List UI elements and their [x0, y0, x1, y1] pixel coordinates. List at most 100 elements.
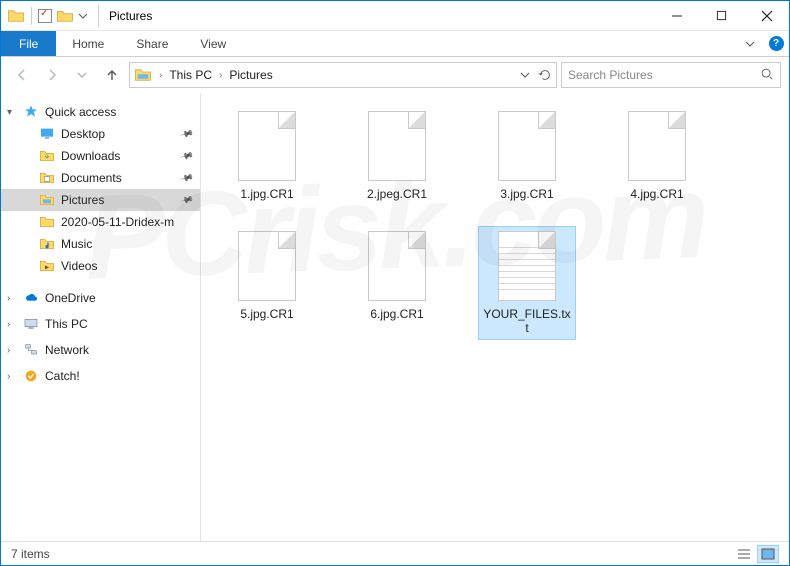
search-icon: [760, 67, 774, 84]
maximize-button[interactable]: [699, 1, 744, 31]
blank-file-icon: [368, 231, 426, 301]
qat-properties-icon[interactable]: [38, 9, 52, 23]
file-name: 6.jpg.CR1: [370, 307, 423, 321]
crumb-this-pc[interactable]: This PC: [167, 68, 214, 82]
sidebar-item-2020-05-11-dridex-m[interactable]: 2020-05-11-Dridex-m: [1, 211, 200, 233]
file-tab[interactable]: File: [1, 31, 56, 56]
quick-access-label: Quick access: [45, 105, 116, 119]
sidebar-item-music[interactable]: Music: [1, 233, 200, 255]
address-bar-row: › This PC › Pictures Search Pictures: [1, 57, 789, 93]
refresh-icon[interactable]: [538, 68, 552, 82]
file-item[interactable]: 3.jpg.CR1: [479, 107, 575, 205]
documents-icon: [39, 170, 55, 186]
sidebar-item-label: 2020-05-11-Dridex-m: [61, 215, 174, 229]
up-button[interactable]: [99, 62, 125, 88]
help-button[interactable]: ?: [763, 31, 789, 56]
crumb-pictures[interactable]: Pictures: [227, 68, 274, 82]
sidebar-item-label: Music: [61, 237, 92, 251]
window-title: Pictures: [103, 9, 152, 23]
videos-icon: [39, 258, 55, 274]
ribbon-expand-button[interactable]: [737, 31, 763, 56]
onedrive-icon: [23, 290, 39, 306]
chevron-down-icon[interactable]: ▾: [7, 107, 17, 118]
file-name: 3.jpg.CR1: [500, 187, 553, 201]
sidebar-item-downloads[interactable]: Downloads 📌: [1, 145, 200, 167]
pictures-icon: [134, 66, 152, 84]
pin-icon: 📌: [179, 148, 194, 163]
view-toggle: [733, 545, 779, 563]
back-button[interactable]: [9, 62, 35, 88]
sidebar-item-desktop[interactable]: Desktop📌: [1, 123, 200, 145]
sidebar-item-pictures[interactable]: Pictures 📌: [1, 189, 200, 211]
text-file-icon: [498, 231, 556, 301]
qat-dropdown-icon[interactable]: [78, 11, 88, 21]
sidebar-item-label: Network: [45, 343, 89, 357]
file-item[interactable]: 4.jpg.CR1: [609, 107, 705, 205]
folder-icon: [7, 7, 25, 25]
sidebar-item-onedrive[interactable]: › OneDrive: [1, 287, 200, 309]
file-item[interactable]: 5.jpg.CR1: [219, 227, 315, 339]
sidebar-item-label: Videos: [61, 259, 97, 273]
file-name: 2.jpeg.CR1: [367, 187, 427, 201]
sidebar-item-catch-[interactable]: › Catch!: [1, 365, 200, 387]
large-icons-view-button[interactable]: [757, 545, 779, 563]
blank-file-icon: [498, 111, 556, 181]
sidebar-item-label: Downloads: [61, 149, 120, 163]
tab-home[interactable]: Home: [56, 31, 120, 56]
file-item[interactable]: 1.jpg.CR1: [219, 107, 315, 205]
sidebar-item-this-pc[interactable]: ›This PC: [1, 313, 200, 335]
details-view-button[interactable]: [733, 545, 755, 563]
tab-share[interactable]: Share: [120, 31, 184, 56]
address-dropdown-icon[interactable]: [520, 70, 530, 80]
minimize-button[interactable]: [654, 1, 699, 31]
blank-file-icon: [628, 111, 686, 181]
sidebar-item-documents[interactable]: Documents 📌: [1, 167, 200, 189]
search-placeholder: Search Pictures: [568, 68, 653, 82]
files-pane[interactable]: 1.jpg.CR1 2.jpeg.CR1 3.jpg.CR1 4.jpg.CR1 5.j…: [201, 93, 789, 541]
pin-icon: 📌: [179, 192, 194, 207]
sidebar-item-videos[interactable]: Videos: [1, 255, 200, 277]
downloads-icon: [39, 148, 55, 164]
chevron-right-icon[interactable]: ›: [7, 371, 17, 382]
quick-access-root[interactable]: ▾ Quick access: [1, 101, 200, 123]
quick-access-group: ▾ Quick access Desktop📌Downloads📌Documen…: [1, 101, 200, 277]
pin-icon: 📌: [179, 170, 194, 185]
file-name: 1.jpg.CR1: [240, 187, 293, 201]
breadcrumb[interactable]: › This PC › Pictures: [129, 62, 557, 88]
body: ▾ Quick access Desktop📌Downloads📌Documen…: [1, 93, 789, 541]
pictures-icon: [39, 192, 55, 208]
window-controls: [654, 1, 789, 31]
file-item[interactable]: 2.jpeg.CR1: [349, 107, 445, 205]
chevron-right-icon[interactable]: ›: [7, 345, 17, 356]
recent-button[interactable]: [69, 62, 95, 88]
status-bar: 7 items: [1, 541, 789, 565]
titlebar-separator: [98, 5, 99, 27]
sidebar-item-label: Catch!: [45, 369, 80, 383]
blank-file-icon: [368, 111, 426, 181]
file-item[interactable]: YOUR_FILES.txt: [479, 227, 575, 339]
sidebar-item-label: OneDrive: [45, 291, 96, 305]
close-button[interactable]: [744, 1, 789, 31]
network-icon: [23, 342, 39, 358]
navigation-pane[interactable]: ▾ Quick access Desktop📌Downloads📌Documen…: [1, 93, 201, 541]
chevron-right-icon[interactable]: ›: [7, 319, 17, 330]
file-name: YOUR_FILES.txt: [483, 307, 571, 335]
music-icon: [39, 236, 55, 252]
catch-icon: [23, 368, 39, 384]
tab-view[interactable]: View: [184, 31, 242, 56]
sidebar-item-network[interactable]: › Network: [1, 339, 200, 361]
blank-file-icon: [238, 231, 296, 301]
chevron-right-icon[interactable]: ›: [7, 293, 17, 304]
ribbon: File Home Share View ?: [1, 31, 789, 57]
sidebar-item-label: Documents: [61, 171, 122, 185]
qat-newfolder-icon[interactable]: [56, 7, 74, 25]
forward-button[interactable]: [39, 62, 65, 88]
file-item[interactable]: 6.jpg.CR1: [349, 227, 445, 339]
file-name: 4.jpg.CR1: [630, 187, 683, 201]
help-icon: ?: [769, 36, 784, 51]
sidebar-item-label: Pictures: [61, 193, 104, 207]
search-input[interactable]: Search Pictures: [561, 62, 781, 88]
chevron-right-icon[interactable]: ›: [156, 70, 165, 81]
star-icon: [23, 104, 39, 120]
chevron-right-icon[interactable]: ›: [216, 70, 225, 81]
